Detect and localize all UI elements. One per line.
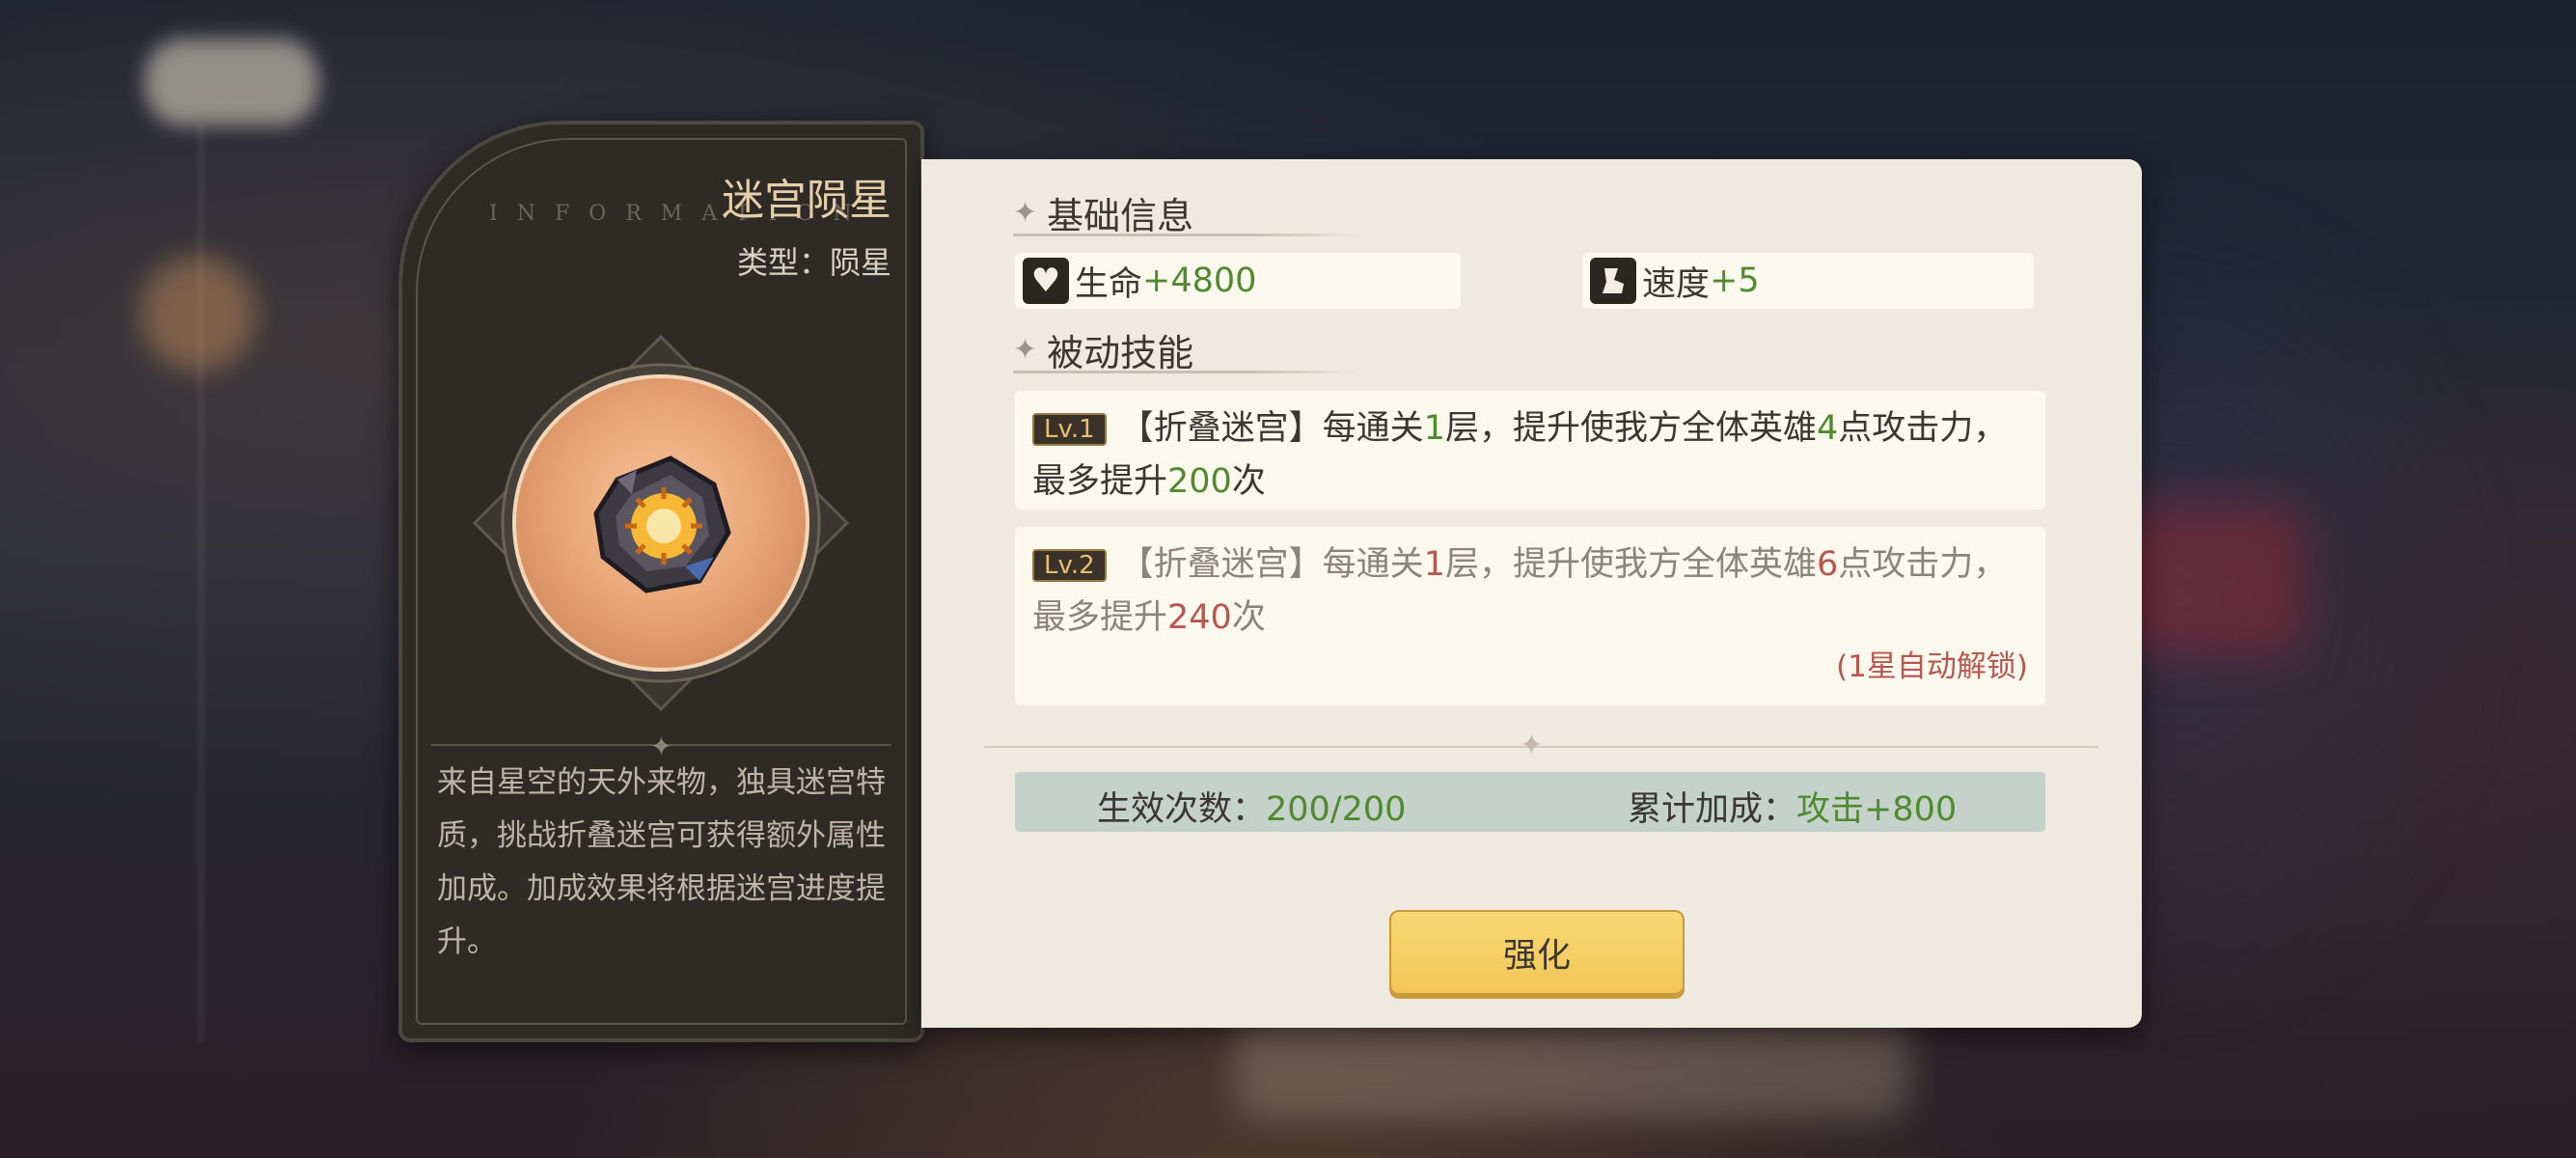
- skill-number: 1: [1423, 409, 1445, 448]
- item-description: 来自星空的天外来物，独具迷宫特质，挑战折叠迷宫可获得额外属性加成。加成效果将根据…: [437, 765, 886, 959]
- skill-text: 【折叠迷宫】每通关: [1119, 409, 1424, 448]
- stat-speed-value: +5: [1710, 262, 1760, 300]
- sparkle-icon: ✦: [1013, 333, 1038, 367]
- skill-number: 200: [1167, 462, 1232, 501]
- stat-hp: ♥ 生命 +4800: [1015, 253, 1461, 309]
- basic-info-heading: ✦ 基础信息: [1013, 186, 1193, 239]
- level-badge: Lv.1: [1032, 413, 1107, 446]
- level-badge: Lv.2: [1032, 549, 1107, 582]
- summary-bar: 生效次数：200/200 累计加成：攻击+800: [1015, 772, 2045, 832]
- details-panel: ✦ 基础信息 ♥ 生命 +4800 速度 +5 ✦ 被动技能 Lv.1 【折叠迷宫…: [921, 159, 2142, 1028]
- skill-text: 次: [1231, 598, 1266, 637]
- skill-lv2: Lv.2 【折叠迷宫】每通关1层，提升使我方全体英雄6点攻击力，最多提升240次 …: [1015, 527, 2045, 705]
- effect-count-value: 200/200: [1266, 790, 1407, 829]
- skill-text: 【折叠迷宫】每通关: [1119, 545, 1424, 584]
- effect-count-label: 生效次数：: [1097, 790, 1267, 829]
- passive-heading: ✦ 被动技能: [1013, 323, 1193, 376]
- stat-speed: 速度 +5: [1582, 253, 2034, 309]
- basic-info-underline: [1013, 234, 1360, 236]
- enhance-button[interactable]: 强化: [1389, 910, 1685, 995]
- divider-star-icon: ✦: [1519, 729, 1545, 762]
- skill-number: 4: [1816, 409, 1839, 448]
- unlock-note: (1星自动解锁): [1836, 649, 2028, 684]
- stat-hp-value: +4800: [1142, 262, 1257, 300]
- skill-lv1: Lv.1 【折叠迷宫】每通关1层，提升使我方全体英雄4点攻击力，最多提升200次: [1015, 391, 2045, 510]
- skill-text: 层，提升使我方全体英雄: [1444, 545, 1817, 584]
- item-type-value: 陨星: [829, 244, 891, 281]
- passive-title: 被动技能: [1047, 332, 1194, 374]
- skill-number: 240: [1167, 598, 1232, 637]
- item-emblem: [470, 332, 851, 713]
- skill-text: 层，提升使我方全体英雄: [1444, 409, 1817, 448]
- skill-number: 6: [1816, 545, 1839, 584]
- skill-text: 次: [1231, 462, 1266, 501]
- background-avatar: [140, 256, 256, 372]
- background-back-button: [145, 39, 318, 125]
- item-title: 迷宫陨星: [722, 176, 891, 225]
- stat-hp-label: 生命: [1075, 264, 1143, 304]
- stat-speed-label: 速度: [1642, 264, 1711, 304]
- boot-icon: [1590, 258, 1636, 304]
- skill-number: 1: [1423, 545, 1445, 584]
- heart-icon: ♥: [1023, 258, 1069, 304]
- sparkle-icon: ✦: [1013, 196, 1038, 230]
- meteor-icon: [592, 455, 731, 593]
- total-bonus: 累计加成：攻击+800: [1628, 782, 1957, 831]
- item-card: INFORMATION 迷宫陨星 类型：陨星 ✦ 来自星空的天外来物，独具迷宫特…: [398, 121, 924, 1042]
- basic-info-title: 基础信息: [1047, 195, 1194, 237]
- item-type-label: 类型：: [736, 244, 830, 281]
- total-bonus-value: 攻击+800: [1796, 790, 1958, 829]
- passive-underline: [1013, 371, 1360, 373]
- total-bonus-label: 累计加成：: [1628, 790, 1797, 829]
- item-type: 类型：陨星: [737, 238, 891, 283]
- effect-count: 生效次数：200/200: [1097, 782, 1406, 831]
